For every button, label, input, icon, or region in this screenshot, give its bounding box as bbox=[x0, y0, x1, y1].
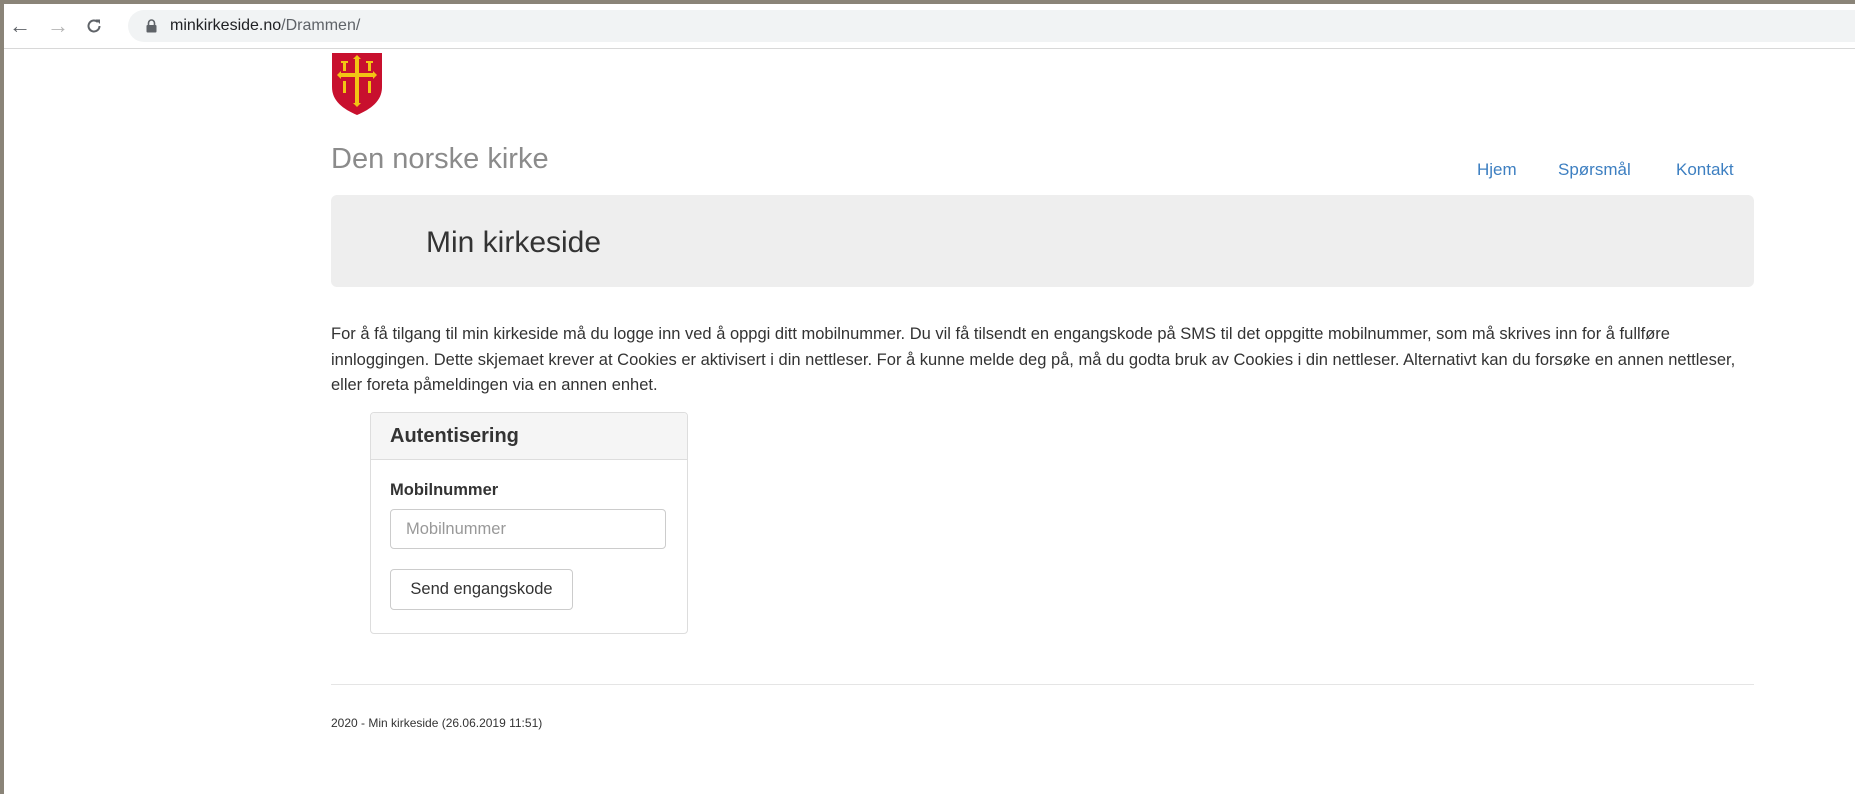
forward-arrow-icon[interactable]: → bbox=[46, 14, 70, 38]
nav-link-kontakt[interactable]: Kontakt bbox=[1676, 160, 1734, 180]
auth-panel-header: Autentisering bbox=[371, 413, 687, 460]
nav-link-sporsmal[interactable]: Spørsmål bbox=[1558, 160, 1631, 180]
church-crest-logo[interactable] bbox=[331, 53, 383, 115]
address-bar[interactable]: minkirkeside.no/Drammen/ bbox=[128, 10, 1855, 42]
intro-text: For å få tilgang til min kirkeside må du… bbox=[331, 325, 1736, 394]
browser-toolbar: ← → minkirkeside.no/Drammen/ bbox=[4, 4, 1855, 49]
send-code-button[interactable]: Send engangskode bbox=[390, 569, 573, 610]
footer-text: 2020 - Min kirkeside (26.06.2019 11:51) bbox=[331, 716, 543, 730]
jumbotron: Min kirkeside bbox=[331, 195, 1754, 287]
browser-window: ← → minkirkeside.no/Drammen/ Den norske … bbox=[4, 4, 1855, 794]
brand-name[interactable]: Den norske kirke bbox=[331, 143, 549, 176]
mobile-field-label: Mobilnummer bbox=[390, 481, 499, 499]
url-host: minkirkeside.no bbox=[170, 17, 282, 34]
reload-icon[interactable] bbox=[82, 14, 106, 38]
mobile-number-input[interactable] bbox=[390, 509, 666, 549]
page-title: Min kirkeside bbox=[426, 226, 602, 259]
auth-panel: Autentisering Mobilnummer Send engangsko… bbox=[370, 412, 688, 634]
page-content: Den norske kirke Hjem Spørsmål Kontakt M… bbox=[4, 49, 1855, 794]
back-arrow-icon[interactable]: ← bbox=[8, 14, 32, 38]
url-path: /Drammen/ bbox=[281, 17, 361, 34]
lock-icon bbox=[146, 19, 157, 33]
url-text: minkirkeside.no/Drammen/ bbox=[170, 17, 360, 35]
auth-panel-title: Autentisering bbox=[390, 425, 519, 447]
nav-link-hjem[interactable]: Hjem bbox=[1477, 160, 1517, 180]
footer-divider bbox=[331, 684, 1754, 685]
